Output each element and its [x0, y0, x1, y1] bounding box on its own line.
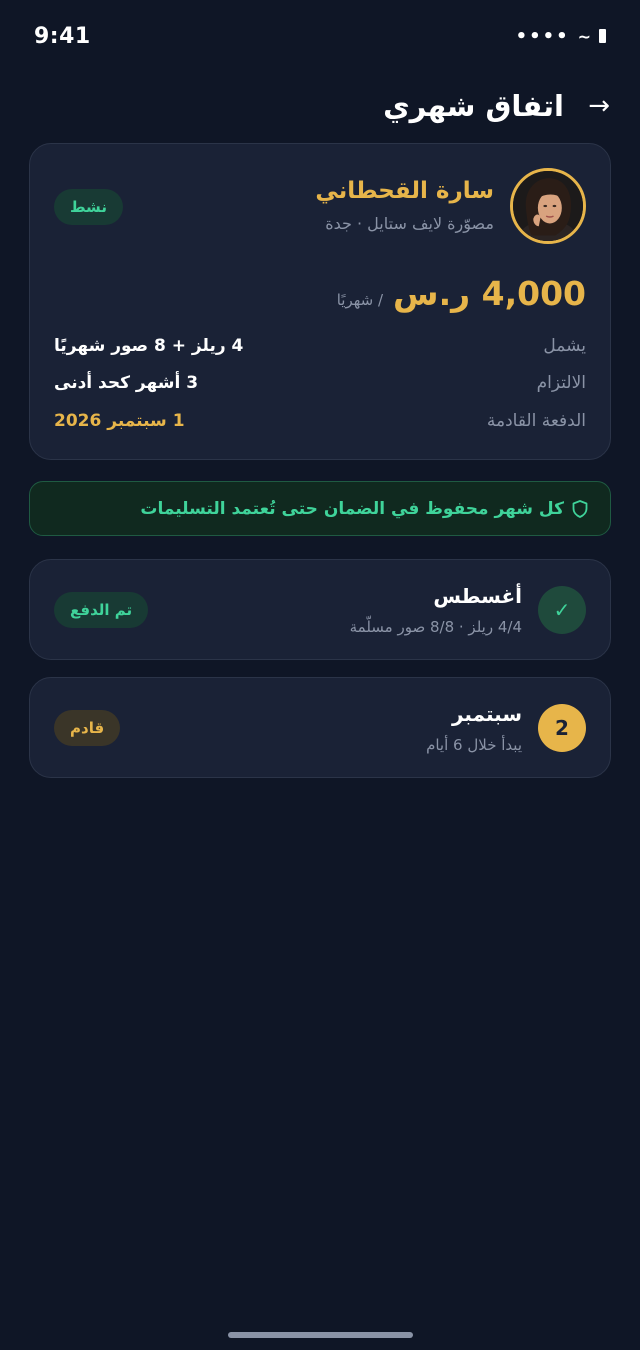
check-icon: ✓	[538, 586, 586, 634]
wifi-icon: ~	[577, 26, 591, 46]
header: → اتفاق شهري	[30, 82, 610, 130]
detail-row-commitment: الالتزام 3 أشهر كحد أدنى	[54, 369, 586, 397]
month-subtitle: 4/4 ريلز · 8/8 صور مسلّمة	[349, 618, 522, 636]
month-number: 2	[538, 704, 586, 752]
back-arrow-icon[interactable]: →	[588, 91, 610, 121]
month-card-august[interactable]: ✓ أغسطس 4/4 ريلز · 8/8 صور مسلّمة تم الد…	[29, 559, 611, 660]
upcoming-badge: قادم	[54, 710, 121, 746]
status-icons: •••• ~	[516, 26, 606, 47]
month-subtitle: يبدأ خلال 6 أيام	[426, 736, 522, 754]
paid-badge: تم الدفع	[54, 592, 149, 628]
month-card-september[interactable]: 2 سبتمبر يبدأ خلال 6 أيام قادم	[29, 677, 611, 778]
detail-value: 1 سبتمبر 2026	[54, 411, 185, 431]
page-title: اتفاق شهري	[383, 89, 564, 123]
month-name: سبتمبر	[451, 702, 522, 726]
status-badge: نشط	[54, 189, 123, 225]
status-time: 9:41	[34, 23, 91, 49]
avatar-image	[513, 171, 583, 241]
escrow-text: كل شهر محفوظ في الضمان حتى تُعتمد التسلي…	[140, 498, 564, 519]
signal-icon: ••••	[515, 25, 570, 47]
detail-label: الالتزام	[536, 373, 586, 393]
avatar[interactable]	[510, 168, 586, 244]
creator-subtitle: مصوّرة لايف ستايل · جدة	[325, 214, 494, 233]
shield-icon	[572, 499, 588, 518]
detail-label: يشمل	[543, 336, 586, 356]
detail-label: الدفعة القادمة	[486, 411, 586, 431]
detail-row-includes: يشمل 4 ريلز + 8 صور شهريًا	[54, 332, 586, 360]
escrow-banner: كل شهر محفوظ في الضمان حتى تُعتمد التسلي…	[29, 481, 611, 536]
battery-icon	[599, 29, 606, 43]
status-bar: 9:41 •••• ~	[0, 0, 640, 72]
price-row: 4,000 ر.س / شهريًا	[337, 274, 586, 313]
creator-name: سارة القحطاني	[315, 178, 494, 204]
price-period: / شهريًا	[336, 291, 384, 309]
month-name: أغسطس	[433, 584, 522, 608]
detail-value: 4 ريلز + 8 صور شهريًا	[54, 336, 244, 356]
home-indicator	[228, 1332, 413, 1338]
agreement-card: سارة القحطاني مصوّرة لايف ستايل · جدة نش…	[29, 143, 611, 460]
detail-row-next-payment: الدفعة القادمة 1 سبتمبر 2026	[54, 407, 586, 435]
price-amount: 4,000 ر.س	[393, 274, 586, 313]
detail-value: 3 أشهر كحد أدنى	[54, 373, 199, 393]
